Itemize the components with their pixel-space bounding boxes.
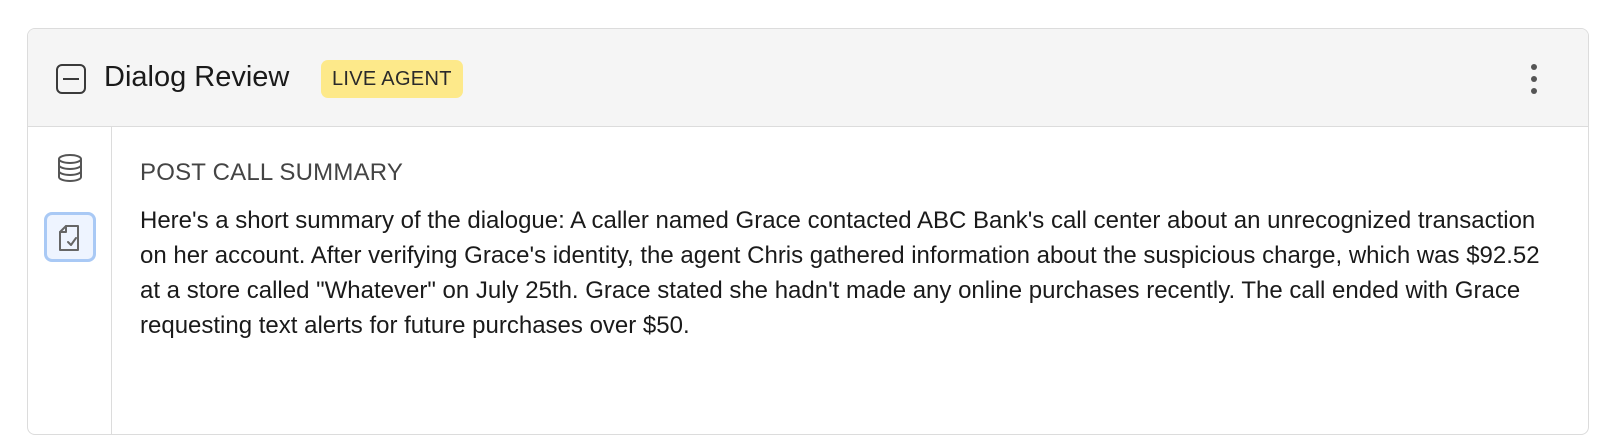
database-icon[interactable] [55, 153, 85, 183]
panel-title: Dialog Review [104, 61, 290, 93]
dialog-review-panel: Dialog Review LIVE AGENT POST CALL SUMMA… [27, 28, 1589, 435]
summary-content: POST CALL SUMMARY Here's a short summary… [112, 127, 1588, 434]
summary-text: Here's a short summary of the dialogue: … [140, 207, 1540, 339]
panel-body: POST CALL SUMMARY Here's a short summary… [28, 127, 1588, 434]
live-agent-badge: LIVE AGENT [321, 60, 463, 98]
panel-header: Dialog Review LIVE AGENT [28, 29, 1588, 127]
side-rail [28, 127, 112, 434]
collapse-icon[interactable] [56, 64, 86, 94]
summary-clipboard-button[interactable] [44, 212, 96, 262]
summary-clipboard-icon [59, 225, 79, 251]
section-title: POST CALL SUMMARY [140, 159, 404, 186]
more-options-icon[interactable] [1520, 61, 1548, 97]
